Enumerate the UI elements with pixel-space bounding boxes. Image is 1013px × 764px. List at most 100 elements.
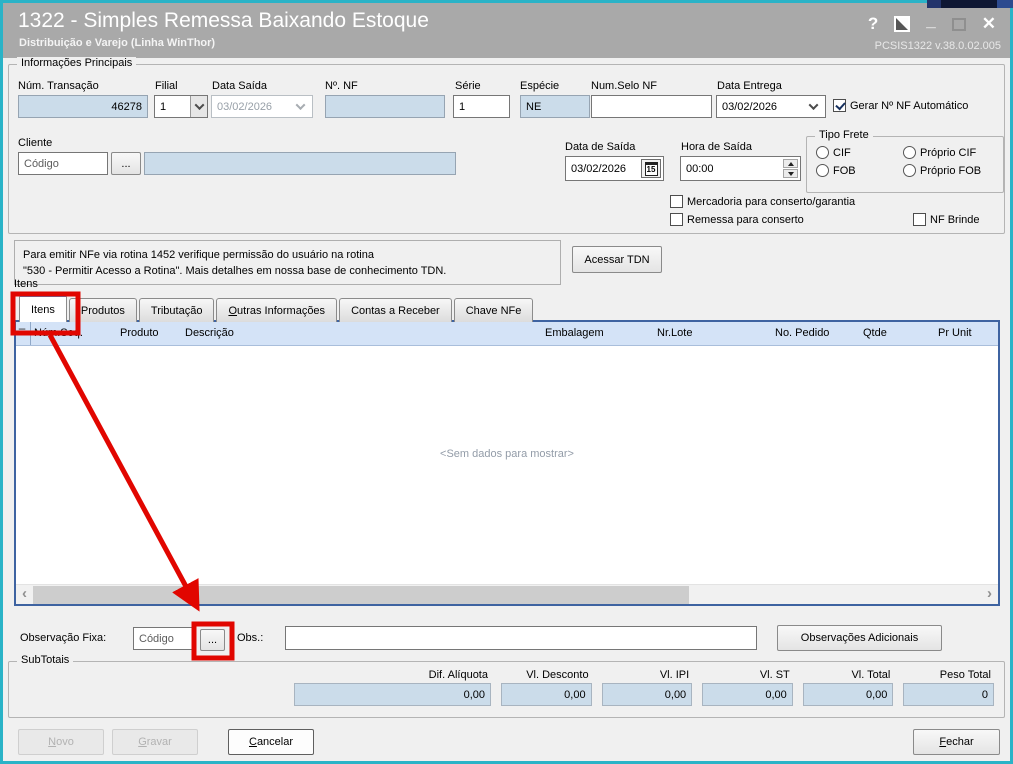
radio-cif[interactable] (816, 146, 829, 159)
help-icon[interactable]: ? (868, 14, 878, 34)
data-saida-label: Data Saída (212, 80, 268, 92)
subtotal-value: 0,00 (501, 683, 592, 706)
grid-header-separator (30, 322, 31, 345)
arrow-up-icon (787, 161, 794, 166)
subtotal-label: Peso Total (939, 669, 991, 681)
cliente-codigo-input[interactable]: Código (18, 152, 108, 175)
theme-toggle-icon[interactable] (894, 16, 911, 32)
cliente-nome-field (144, 152, 456, 175)
gerar-nf-label: Gerar Nº NF Automático (850, 100, 969, 112)
obs-input[interactable] (285, 626, 757, 650)
radio-fob[interactable] (816, 164, 829, 177)
col-descricao[interactable]: Descrição (185, 327, 234, 339)
nf-field (325, 95, 445, 118)
acessar-tdn-button[interactable]: Acessar TDN (572, 246, 662, 273)
scroll-left-icon[interactable]: ‹ (16, 585, 33, 604)
tab-tributacao[interactable]: Tributação (138, 298, 215, 322)
col-num-seq[interactable]: Núm.Seq. (34, 327, 83, 339)
observacoes-adicionais-button[interactable]: Observações Adicionais (777, 625, 942, 651)
radio-proprio-fob[interactable] (903, 164, 916, 177)
tab-bar: Itens Produtos Tributação Outras Informa… (19, 294, 535, 322)
remessa-conserto-checkbox[interactable] (670, 213, 683, 226)
especie-label: Espécie (520, 80, 560, 92)
data-entrega-combobox[interactable]: 03/02/2026 (716, 95, 826, 118)
subtotal-value: 0,00 (802, 683, 894, 706)
filial-dropdown-button[interactable] (190, 96, 207, 117)
background-window-fragment (927, 0, 1013, 8)
calendar-icon: 15 (644, 161, 658, 176)
time-spinner (783, 159, 798, 178)
mercadoria-conserto-label: Mercadoria para conserto/garantia (687, 196, 856, 208)
data-saida-combobox: 03/02/2026 (211, 95, 313, 118)
especie-field: NE (520, 95, 590, 118)
nfe-notice-box: Para emitir NFe via rotina 1452 verifiqu… (14, 240, 561, 285)
observacao-codigo-input[interactable]: Código (133, 627, 196, 650)
cliente-browse-button[interactable]: ... (111, 152, 141, 175)
col-produto[interactable]: Produto (120, 327, 159, 339)
novo-button[interactable]: Novo (18, 729, 104, 755)
data-de-saida-value: 03/02/2026 (571, 162, 627, 175)
grid-menu-icon[interactable]: ☰ (18, 327, 26, 338)
mercadoria-conserto-checkbox[interactable] (670, 195, 683, 208)
spinner-down-button[interactable] (783, 169, 798, 178)
radio-fob-label: FOB (833, 165, 856, 177)
chevron-down-icon (293, 100, 307, 111)
cancelar-button[interactable]: Cancelar (228, 729, 314, 755)
maximize-icon[interactable] (951, 17, 966, 31)
version-label: PCSIS1322 v.38.0.02.005 (874, 40, 1001, 52)
grid-header: ☰ Núm.Seq. Produto Descrição Embalagem N… (16, 322, 998, 346)
data-saida-value: 03/02/2026 (217, 100, 273, 113)
group-informacoes-label: Informações Principais (17, 57, 137, 69)
nfe-notice-line1: Para emitir NFe via rotina 1452 verifiqu… (23, 249, 374, 261)
scrollbar-thumb[interactable] (33, 586, 689, 604)
col-qtde[interactable]: Qtde (863, 327, 887, 339)
scroll-right-icon[interactable]: › (981, 585, 998, 604)
observacao-fixa-label: Observação Fixa: (20, 632, 107, 644)
tab-outras-informacoes[interactable]: Outras Informações (216, 298, 338, 322)
subtotais-row: Dif. Alíquota 0,00 Vl. Desconto 0,00 Vl.… (294, 669, 994, 706)
col-no-pedido[interactable]: No. Pedido (775, 327, 829, 339)
subtotais-label: SubTotais (17, 654, 74, 666)
titlebar: 1322 - Simples Remessa Baixando Estoque … (3, 3, 1010, 58)
num-selo-label: Num.Selo NF (591, 80, 658, 92)
close-icon[interactable]: ✕ (982, 14, 996, 34)
minimize-icon[interactable]: _ (926, 11, 935, 31)
hora-de-saida-input[interactable]: 00:00 (680, 156, 801, 181)
fechar-button[interactable]: Fechar (913, 729, 1000, 755)
calendar-button[interactable]: 15 (641, 159, 661, 178)
observacao-browse-button[interactable]: ... (200, 629, 225, 651)
subtotal-col: Vl. ST 0,00 (702, 669, 793, 706)
gerar-nf-checkbox[interactable] (833, 99, 846, 112)
gravar-button[interactable]: Gravar (112, 729, 198, 755)
col-nr-lote[interactable]: Nr.Lote (657, 327, 692, 339)
tab-chave-nfe[interactable]: Chave NFe (453, 298, 534, 322)
filial-combobox[interactable]: 1 (154, 95, 208, 118)
window-title: 1322 - Simples Remessa Baixando Estoque (18, 9, 429, 32)
tab-produtos[interactable]: Produtos (68, 298, 137, 322)
col-pr-unit[interactable]: Pr Unit (938, 327, 972, 339)
subtotal-col: Dif. Alíquota 0,00 (294, 669, 491, 706)
arrow-down-icon (787, 171, 794, 176)
col-embalagem[interactable]: Embalagem (545, 327, 604, 339)
subtotal-value: 0,00 (702, 683, 793, 706)
data-entrega-value: 03/02/2026 (722, 100, 778, 113)
tab-contas-a-receber[interactable]: Contas a Receber (339, 298, 452, 322)
subtotal-label: Vl. Total (851, 669, 891, 681)
spinner-up-button[interactable] (783, 159, 798, 168)
group-subtotais: SubTotais Dif. Alíquota 0,00 Vl. Descont… (8, 654, 1005, 718)
tab-itens[interactable]: Itens (19, 294, 67, 322)
horizontal-scrollbar[interactable]: ‹ › (16, 584, 998, 604)
data-de-saida-input[interactable]: 03/02/2026 15 (565, 156, 664, 181)
ellipsis-icon: ... (207, 634, 218, 646)
num-transacao-label: Núm. Transação (18, 80, 99, 92)
radio-proprio-cif[interactable] (903, 146, 916, 159)
subtotal-col: Vl. IPI 0,00 (601, 669, 693, 706)
nf-brinde-checkbox[interactable] (913, 213, 926, 226)
subtotal-value: 0,00 (601, 683, 693, 706)
serie-input[interactable]: 1 (453, 95, 510, 118)
radio-proprio-fob-label: Próprio FOB (920, 165, 982, 177)
subtotal-label: Dif. Alíquota (428, 669, 488, 681)
num-selo-input[interactable] (591, 95, 712, 118)
data-entrega-label: Data Entrega (717, 80, 782, 92)
chevron-down-icon (194, 100, 204, 111)
